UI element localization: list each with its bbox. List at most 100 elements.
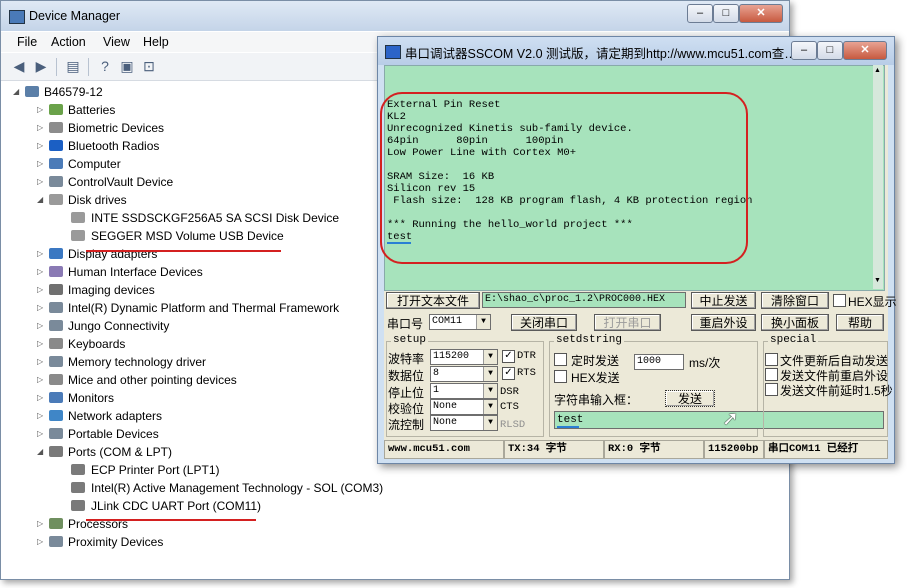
display-icon[interactable]: ⊡ xyxy=(141,58,157,74)
setup-title: setup xyxy=(391,334,429,346)
collapsed-arrow-icon[interactable]: ▷ xyxy=(37,299,47,317)
help-button[interactable]: 帮助 xyxy=(836,314,884,331)
hex-display-label: HEX显示 xyxy=(848,295,897,309)
databits-select[interactable]: 8 ▼ xyxy=(430,366,498,382)
interval-input[interactable]: 1000 xyxy=(634,354,684,370)
special-1-checkbox[interactable] xyxy=(765,353,778,366)
menu-help[interactable]: Help xyxy=(143,35,169,49)
small-panel-button[interactable]: 换小面板 xyxy=(761,314,829,331)
clear-window-button[interactable]: 清除窗口 xyxy=(761,292,829,309)
collapsed-arrow-icon[interactable]: ▷ xyxy=(37,353,47,371)
stopbits-select[interactable]: 1 ▼ xyxy=(430,383,498,399)
title-bar[interactable]: Device Manager – □ ✕ xyxy=(1,1,789,31)
hex-send-checkbox[interactable] xyxy=(554,370,567,383)
expanded-arrow-icon[interactable]: ◢ xyxy=(37,443,47,461)
file-path-field[interactable]: E:\shao_c\proc_1.2\PROC000.HEX xyxy=(482,292,686,308)
annotation-underline xyxy=(86,250,281,252)
timed-send-checkbox[interactable] xyxy=(554,353,567,366)
expanded-arrow-icon[interactable]: ◢ xyxy=(37,191,47,209)
special-2-checkbox[interactable] xyxy=(765,368,778,381)
scroll-down-icon[interactable]: ▼ xyxy=(874,277,881,284)
parity-value: None xyxy=(433,401,458,412)
disk-icon xyxy=(71,212,85,223)
port-select[interactable]: COM11 ▼ xyxy=(429,314,491,330)
menu-action[interactable]: Action xyxy=(51,35,86,49)
sscom-maximize-button[interactable]: □ xyxy=(817,41,843,60)
tree-item-label: Biometric Devices xyxy=(68,121,165,135)
timed-send-label: 定时发送 xyxy=(571,354,620,368)
hex-send-label: HEX发送 xyxy=(571,371,620,385)
menu-view[interactable]: View xyxy=(103,35,130,49)
menu-file[interactable]: File xyxy=(17,35,37,49)
collapsed-arrow-icon[interactable]: ▷ xyxy=(37,407,47,425)
tree-item-label: Disk drives xyxy=(68,193,127,207)
maximize-button[interactable]: □ xyxy=(713,4,739,23)
chevron-down-icon: ▼ xyxy=(483,350,497,364)
hex-display-checkbox[interactable] xyxy=(833,294,846,307)
collapsed-arrow-icon[interactable]: ▷ xyxy=(37,137,47,155)
collapsed-arrow-icon[interactable]: ▷ xyxy=(37,317,47,335)
tree-item-label: Intel(R) Dynamic Platform and Thermal Fr… xyxy=(68,301,340,315)
close-button[interactable]: ✕ xyxy=(739,4,783,23)
collapsed-arrow-icon[interactable]: ▷ xyxy=(37,245,47,263)
rts-label: RTS xyxy=(517,367,536,379)
collapsed-arrow-icon[interactable]: ▷ xyxy=(37,263,47,281)
parity-select[interactable]: None ▼ xyxy=(430,399,498,415)
sscom-minimize-button[interactable]: – xyxy=(791,41,817,60)
battery-icon xyxy=(49,104,63,115)
special-title: special xyxy=(768,334,819,346)
camera-icon xyxy=(49,284,63,295)
help-icon[interactable]: ? xyxy=(97,58,113,74)
special-3-checkbox[interactable] xyxy=(765,383,778,396)
collapsed-arrow-icon[interactable]: ▷ xyxy=(37,389,47,407)
stop-send-button[interactable]: 中止发送 xyxy=(691,292,756,309)
open-port-button[interactable]: 打开串口 xyxy=(594,314,661,331)
console-scrollbar[interactable]: ▲ ▼ xyxy=(873,65,883,289)
collapsed-arrow-icon[interactable]: ▷ xyxy=(37,173,47,191)
dsr-label: DSR xyxy=(500,386,519,398)
device-icon xyxy=(49,320,63,331)
collapsed-arrow-icon[interactable]: ▷ xyxy=(37,335,47,353)
tree-item-label: SEGGER MSD Volume USB Device xyxy=(91,229,284,243)
collapsed-arrow-icon[interactable]: ▷ xyxy=(37,425,47,443)
open-file-button[interactable]: 打开文本文件 xyxy=(386,292,480,309)
collapsed-arrow-icon[interactable]: ▷ xyxy=(37,101,47,119)
annotation-underline xyxy=(86,519,256,521)
collapsed-arrow-icon[interactable]: ▷ xyxy=(37,515,47,533)
dtr-checkbox[interactable]: ✓ xyxy=(502,350,515,363)
send-button[interactable]: 发送 xyxy=(665,390,715,407)
collapsed-arrow-icon[interactable]: ▷ xyxy=(37,533,47,551)
forward-icon[interactable]: ▶ xyxy=(33,58,49,74)
rts-checkbox[interactable]: ✓ xyxy=(502,367,515,380)
keyboard-icon xyxy=(49,338,63,349)
port-icon xyxy=(71,500,85,511)
properties-icon[interactable]: ▤ xyxy=(65,58,81,74)
tree-item-label: JLink CDC UART Port (COM11) xyxy=(91,499,262,513)
monitor-icon xyxy=(49,392,63,403)
minimize-button[interactable]: – xyxy=(687,4,713,23)
chevron-down-icon: ▼ xyxy=(476,315,490,329)
sscom-title-bar[interactable]: 串口调试器SSCOM V2.0 测试版，请定期到http://www.mcu51… xyxy=(378,37,894,65)
close-port-button[interactable]: 关闭串口 xyxy=(511,314,577,331)
tree-item-label: ControlVault Device xyxy=(68,175,174,189)
tree-item-label: Keyboards xyxy=(68,337,126,351)
scan-icon[interactable]: ▣ xyxy=(119,58,135,74)
collapsed-arrow-icon[interactable]: ▷ xyxy=(37,281,47,299)
tree-item-label: B46579-12 xyxy=(44,85,103,99)
flow-select[interactable]: None ▼ xyxy=(430,415,498,431)
tree-item-label: Display adapters xyxy=(68,247,158,261)
collapsed-arrow-icon[interactable]: ▷ xyxy=(37,155,47,173)
special-3-label: 发送文件前延时1.5秒 xyxy=(780,384,893,398)
collapsed-arrow-icon[interactable]: ▷ xyxy=(37,119,47,137)
baud-select[interactable]: 115200 ▼ xyxy=(430,349,498,365)
chevron-down-icon: ▼ xyxy=(483,416,497,430)
scroll-up-icon[interactable]: ▲ xyxy=(874,67,881,74)
device-icon xyxy=(49,302,63,313)
back-icon[interactable]: ◀ xyxy=(11,58,27,74)
toolbar-separator xyxy=(88,58,89,76)
expanded-arrow-icon[interactable]: ◢ xyxy=(13,83,23,101)
reset-device-button[interactable]: 重启外设 xyxy=(691,314,756,331)
annotation-underline xyxy=(557,426,579,428)
collapsed-arrow-icon[interactable]: ▷ xyxy=(37,371,47,389)
sscom-close-button[interactable]: ✕ xyxy=(843,41,887,60)
